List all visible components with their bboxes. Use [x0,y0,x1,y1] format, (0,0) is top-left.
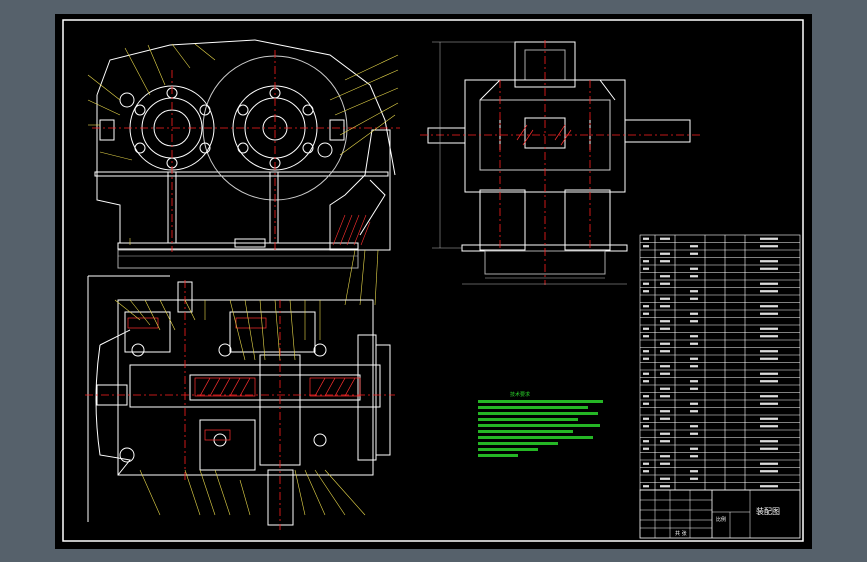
parts-table-cell-text [643,485,649,488]
parts-table-cell-text [690,290,698,293]
parts-table-cell-text [643,470,649,473]
parts-table-cell-text [660,275,670,278]
parts-table-cell-text [660,260,670,263]
parts-table-cell-text [690,267,698,270]
parts-table-cell-text [690,470,698,473]
parts-table-cell-text [660,455,670,458]
parts-table-cell-text [760,312,778,315]
parts-table-cell-text [660,485,670,488]
parts-table-cell-text [690,275,698,278]
parts-table-cell-text [760,237,778,240]
parts-table-cell-text [690,410,698,413]
parts-table-cell-text [643,312,649,315]
parts-table-cell-text [643,350,649,353]
parts-table-cell-text [760,485,778,488]
parts-table-cell-text [690,432,698,435]
parts-table-cell-text [643,237,649,240]
parts-table-cell-text [760,335,778,338]
paper-background [55,14,812,549]
parts-table-cell-text [690,447,698,450]
parts-table-cell-text [690,380,698,383]
parts-table-cell-text [760,327,778,330]
parts-table-cell-text [660,395,670,398]
sheet-count: 共 张 [675,530,687,537]
parts-table-cell-text [660,282,670,285]
parts-table-cell-text [660,252,670,255]
parts-table-cell-text [660,372,670,375]
parts-table-cell-text [660,305,670,308]
parts-table-cell-text [690,342,698,345]
parts-table-cell-text [643,282,649,285]
parts-table-cell-text [643,395,649,398]
parts-table-cell-text [760,440,778,443]
parts-table-cell-text [760,260,778,263]
parts-table-cell-text [760,357,778,360]
parts-table-cell-text [643,305,649,308]
parts-table-cell-text [643,290,649,293]
parts-table-cell-text [660,327,670,330]
parts-table-cell-text [690,402,698,405]
parts-table-cell-text [643,380,649,383]
parts-table-cell-text [660,387,670,390]
parts-table-cell-text [690,335,698,338]
ratio-label: 比例 [716,516,726,523]
parts-table-cell-text [760,245,778,248]
parts-table-cell-text [643,425,649,428]
parts-table-cell-text [690,297,698,300]
parts-table-cell-text [760,395,778,398]
parts-table-cell-text [690,477,698,480]
cad-viewport[interactable]: 技术要求 比例 装配图 共 张 [0,0,867,562]
parts-table-cell-text [660,417,670,420]
parts-table-cell-text [643,357,649,360]
parts-table-cell-text [660,477,670,480]
parts-table-cell-text [643,267,649,270]
drawing-sheet[interactable]: 技术要求 比例 装配图 共 张 [0,0,867,562]
parts-table-cell-text [690,387,698,390]
drawing-title: 装配图 [756,506,780,516]
parts-table-cell-text [690,252,698,255]
parts-table-cell-text [760,372,778,375]
parts-table-cell-text [760,350,778,353]
parts-table-cell-text [660,365,670,368]
parts-table-cell-text [760,305,778,308]
parts-table-cell-text [660,350,670,353]
parts-table-cell-text [643,402,649,405]
parts-table-cell-text [643,335,649,338]
parts-table-cell-text [760,417,778,420]
parts-table-cell-text [760,282,778,285]
parts-table-cell-text [690,455,698,458]
parts-table-cell-text [760,462,778,465]
parts-table-cell-text [643,417,649,420]
parts-table-cell-text [690,245,698,248]
parts-table-cell-text [643,440,649,443]
parts-table-cell-text [760,402,778,405]
parts-table-cell-text [660,440,670,443]
parts-table-cell-text [643,260,649,263]
parts-table-cell-text [660,320,670,323]
parts-table-cell-text [643,327,649,330]
parts-table-cell-text [760,380,778,383]
parts-table-cell-text [643,447,649,450]
notes-title: 技术要求 [510,391,530,398]
parts-table-cell-text [690,312,698,315]
parts-table-cell-text [660,432,670,435]
parts-table-cell-text [760,267,778,270]
parts-table-cell-text [660,342,670,345]
parts-table-cell-text [660,462,670,465]
parts-table-cell-text [760,447,778,450]
parts-table-cell-text [690,357,698,360]
parts-table-cell-text [690,425,698,428]
parts-table-cell-text [660,410,670,413]
parts-table-cell-text [643,245,649,248]
parts-table-cell-text [690,365,698,368]
parts-table-cell-text [643,372,649,375]
parts-table-cell-text [690,320,698,323]
parts-table-cell-text [760,425,778,428]
parts-table-cell-text [760,290,778,293]
parts-table-cell-text [660,237,670,240]
parts-table-cell-text [660,297,670,300]
parts-table-cell-text [643,462,649,465]
parts-table-cell-text [760,470,778,473]
